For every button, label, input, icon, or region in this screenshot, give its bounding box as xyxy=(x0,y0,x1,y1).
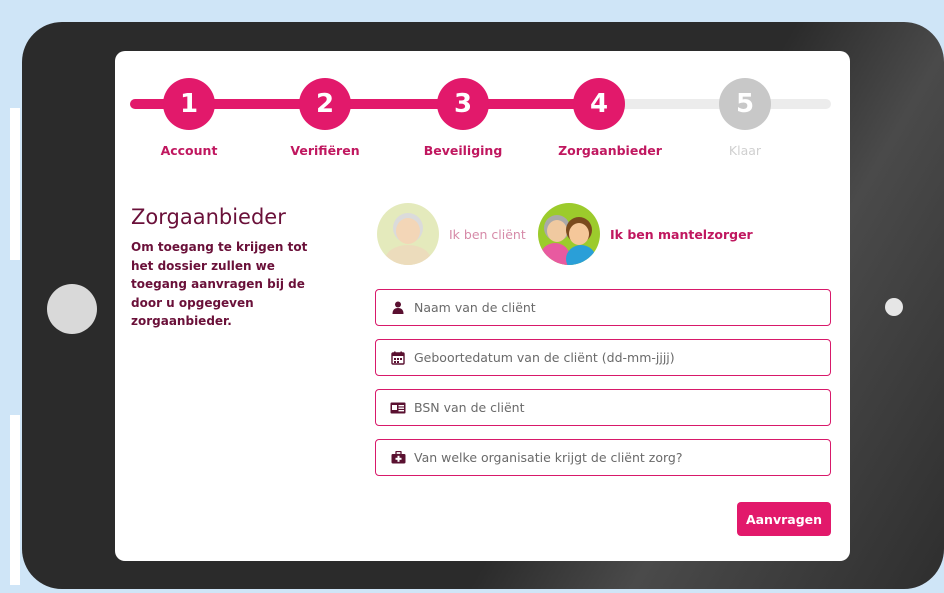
background-strip-bottom xyxy=(10,415,20,585)
page-title: Zorgaanbieder xyxy=(131,205,286,229)
step-4-label: Zorgaanbieder xyxy=(558,143,662,158)
client-name-input[interactable] xyxy=(414,300,814,315)
step-5-circle: 5 xyxy=(719,78,771,130)
user-icon xyxy=(390,301,406,314)
step-3-circle[interactable]: 3 xyxy=(437,78,489,130)
choice-carer-label: Ik ben mantelzorger xyxy=(610,226,753,242)
choice-carer[interactable]: Ik ben mantelzorger xyxy=(538,203,753,265)
caregiver-icon xyxy=(538,203,600,265)
step-1-label: Account xyxy=(160,143,218,158)
background-strip-top xyxy=(10,108,20,260)
tablet-camera xyxy=(885,298,903,316)
step-2-label: Verifiëren xyxy=(290,143,360,158)
id-card-icon xyxy=(390,402,406,414)
client-dob-field[interactable] xyxy=(375,339,831,376)
medical-kit-icon xyxy=(390,451,406,464)
client-name-field[interactable] xyxy=(375,289,831,326)
submit-request-button[interactable]: Aanvragen xyxy=(737,502,831,536)
client-dob-input[interactable] xyxy=(414,350,814,365)
step-4-circle[interactable]: 4 xyxy=(573,78,625,130)
step-5-label: Klaar xyxy=(728,143,762,158)
tablet-screen: 1 2 3 4 5 Account Verifiëren Beveiliging… xyxy=(115,51,850,561)
choice-client[interactable]: Ik ben cliënt xyxy=(377,203,526,265)
client-bsn-input[interactable] xyxy=(414,400,814,415)
calendar-icon xyxy=(390,351,406,365)
choice-client-label: Ik ben cliënt xyxy=(449,226,526,242)
elderly-person-icon xyxy=(377,203,439,265)
step-2-circle[interactable]: 2 xyxy=(299,78,351,130)
client-organisation-input[interactable] xyxy=(414,450,814,465)
client-organisation-field[interactable] xyxy=(375,439,831,476)
step-1-circle[interactable]: 1 xyxy=(163,78,215,130)
step-3-label: Beveiliging xyxy=(423,143,503,158)
client-bsn-field[interactable] xyxy=(375,389,831,426)
tablet-home-button xyxy=(47,284,97,334)
intro-description: Om toegang te krijgen tot het dossier zu… xyxy=(131,240,308,328)
